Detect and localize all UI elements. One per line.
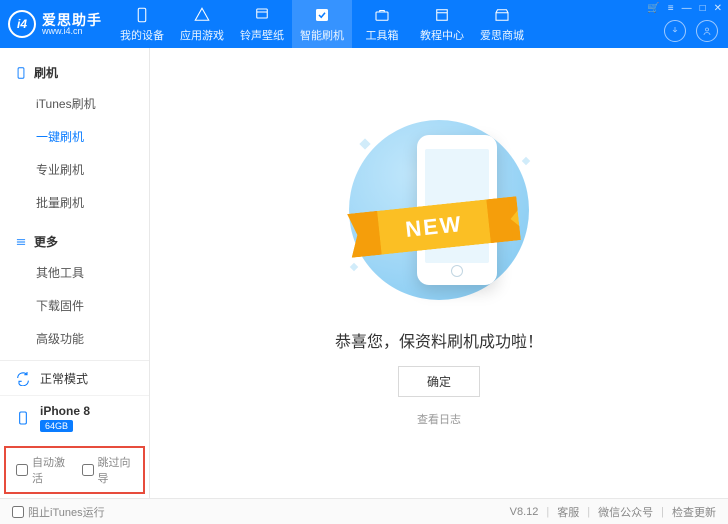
app-url: www.i4.cn xyxy=(42,27,102,36)
logo-icon: i4 xyxy=(8,10,36,38)
user-button[interactable] xyxy=(696,20,718,42)
sidebar-item-batch-flash[interactable]: 批量刷机 xyxy=(0,186,149,219)
close-icon[interactable]: ✕ xyxy=(714,3,722,14)
nav-label: 爱思商城 xyxy=(480,27,524,43)
nav-apps[interactable]: 应用游戏 xyxy=(172,0,232,48)
header-actions xyxy=(664,20,718,42)
nav-label: 铃声壁纸 xyxy=(240,27,284,43)
checkbox-label: 跳过向导 xyxy=(98,454,134,486)
sidebar-item-itunes-flash[interactable]: iTunes刷机 xyxy=(0,87,149,120)
wechat-link[interactable]: 微信公众号 xyxy=(598,504,653,520)
window-controls: 🛒 ≡ — □ ✕ xyxy=(647,3,722,14)
auto-activate-checkbox[interactable]: 自动激活 xyxy=(16,454,68,486)
sidebar-status[interactable]: 正常模式 xyxy=(0,361,149,395)
toolbox-icon xyxy=(373,6,391,24)
app-name: 爱思助手 xyxy=(42,13,102,27)
header: i4 爱思助手 www.i4.cn 我的设备 应用游戏 铃声壁纸 智能刷机 工具… xyxy=(0,0,728,48)
logo[interactable]: i4 爱思助手 www.i4.cn xyxy=(8,10,112,38)
success-illustration: NEW xyxy=(339,110,539,310)
version-label: V8.12 xyxy=(510,506,539,518)
nav-label: 教程中心 xyxy=(420,27,464,43)
view-log-link[interactable]: 查看日志 xyxy=(417,411,461,427)
flash-icon xyxy=(313,6,331,24)
sidebar-item-download-fw[interactable]: 下载固件 xyxy=(0,289,149,322)
music-icon xyxy=(253,6,271,24)
checkbox-label: 阻止iTunes运行 xyxy=(28,504,105,520)
device-icon xyxy=(14,409,32,427)
sidebar-group-flash: 刷机 xyxy=(0,58,149,87)
nav-tutorial[interactable]: 教程中心 xyxy=(412,0,472,48)
sidebar: 刷机 iTunes刷机 一键刷机 专业刷机 批量刷机 更多 其他工具 下载固件 … xyxy=(0,48,150,498)
app-icon xyxy=(193,6,211,24)
sidebar-item-pro-flash[interactable]: 专业刷机 xyxy=(0,153,149,186)
download-button[interactable] xyxy=(664,20,686,42)
update-link[interactable]: 检查更新 xyxy=(672,504,716,520)
nav-label: 工具箱 xyxy=(366,27,399,43)
block-itunes-checkbox[interactable]: 阻止iTunes运行 xyxy=(12,504,105,520)
refresh-icon xyxy=(14,369,32,387)
support-link[interactable]: 客服 xyxy=(557,504,579,520)
minimize-icon[interactable]: — xyxy=(682,3,692,14)
nav-ringtone[interactable]: 铃声壁纸 xyxy=(232,0,292,48)
store-icon xyxy=(493,6,511,24)
skip-guide-checkbox[interactable]: 跳过向导 xyxy=(82,454,134,486)
nav-flash[interactable]: 智能刷机 xyxy=(292,0,352,48)
menu-icon[interactable]: ≡ xyxy=(668,3,674,14)
footer: 阻止iTunes运行 V8.12 | 客服 | 微信公众号 | 检查更新 xyxy=(0,498,728,524)
device-name: iPhone 8 xyxy=(40,404,90,418)
nav-label: 我的设备 xyxy=(120,27,164,43)
success-message: 恭喜您，保资料刷机成功啦！ xyxy=(335,328,543,352)
cart-icon[interactable]: 🛒 xyxy=(647,3,659,14)
storage-badge: 64GB xyxy=(40,420,73,432)
nav-label: 智能刷机 xyxy=(300,27,344,43)
sidebar-item-oneclick-flash[interactable]: 一键刷机 xyxy=(0,120,149,153)
phone-icon xyxy=(14,66,28,80)
nav-store[interactable]: 爱思商城 xyxy=(472,0,532,48)
sidebar-device[interactable]: iPhone 8 64GB xyxy=(0,395,149,440)
checkbox-label: 自动激活 xyxy=(32,454,68,486)
ok-button[interactable]: 确定 xyxy=(398,366,480,397)
maximize-icon[interactable]: □ xyxy=(700,3,706,14)
body: 刷机 iTunes刷机 一键刷机 专业刷机 批量刷机 更多 其他工具 下载固件 … xyxy=(0,48,728,498)
group-title: 刷机 xyxy=(34,64,58,81)
sidebar-group-more: 更多 xyxy=(0,227,149,256)
group-title: 更多 xyxy=(34,233,58,250)
top-nav: 我的设备 应用游戏 铃声壁纸 智能刷机 工具箱 教程中心 爱思商城 xyxy=(112,0,532,48)
main-content: NEW 恭喜您，保资料刷机成功啦！ 确定 查看日志 xyxy=(150,48,728,498)
status-label: 正常模式 xyxy=(40,370,88,387)
book-icon xyxy=(433,6,451,24)
sidebar-item-advanced[interactable]: 高级功能 xyxy=(0,322,149,355)
device-icon xyxy=(133,6,151,24)
nav-toolbox[interactable]: 工具箱 xyxy=(352,0,412,48)
sidebar-item-other-tools[interactable]: 其他工具 xyxy=(0,256,149,289)
nav-my-device[interactable]: 我的设备 xyxy=(112,0,172,48)
nav-label: 应用游戏 xyxy=(180,27,224,43)
more-icon xyxy=(14,235,28,249)
sidebar-check-highlight: 自动激活 跳过向导 xyxy=(4,446,145,494)
